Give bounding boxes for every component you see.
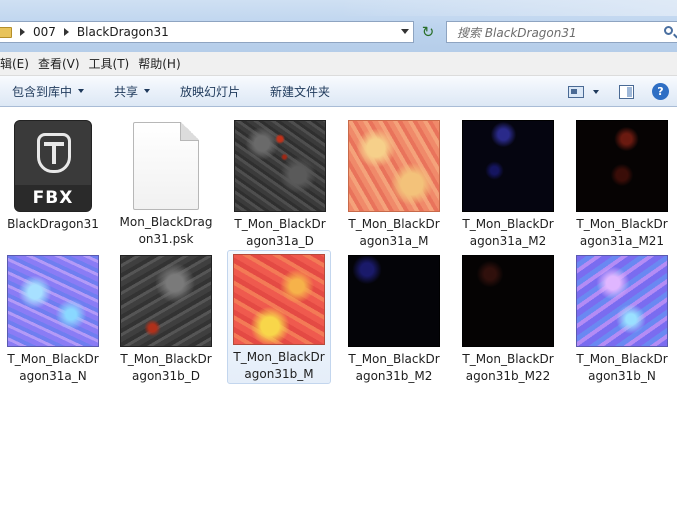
file-name-line: T_Mon_BlackDr xyxy=(233,350,325,364)
include-in-library-button[interactable]: 包含到库中 xyxy=(12,83,85,100)
file-name: BlackDragon31 xyxy=(3,216,103,233)
chevron-right-icon[interactable] xyxy=(63,28,69,36)
file-name: T_Mon_BlackDr agon31b_D xyxy=(116,351,216,385)
file-item[interactable]: T_Mon_BlackDr agon31b_N xyxy=(570,253,674,385)
texture-thumbnail xyxy=(7,255,99,347)
preview-pane-icon[interactable] xyxy=(619,84,634,99)
window-titlebar: 007 BlackDragon31 ↻ 搜索 BlackDragon31 xyxy=(0,0,677,52)
menu-edit[interactable]: 辑(E) xyxy=(0,55,33,72)
file-name-line: agon31a_D xyxy=(246,234,314,248)
file-name-line: T_Mon_BlackDr xyxy=(120,352,212,366)
file-name-line: agon31b_M2 xyxy=(355,369,433,383)
refresh-icon[interactable]: ↻ xyxy=(417,21,439,43)
file-name-line: T_Mon_BlackDr xyxy=(348,217,440,231)
file-name: T_Mon_BlackDr agon31a_M2 xyxy=(458,216,558,250)
dropdown-arrow-icon xyxy=(78,89,85,93)
file-name-line: agon31b_M xyxy=(244,367,314,381)
file-name-line: on31.psk xyxy=(138,232,194,246)
texture-thumbnail xyxy=(462,255,554,347)
file-name-line: agon31a_N xyxy=(19,369,87,383)
file-item[interactable]: FBX BlackDragon31 xyxy=(1,118,105,233)
file-name-line: T_Mon_BlackDr xyxy=(576,352,668,366)
file-name-line: agon31a_M21 xyxy=(579,234,665,248)
file-name-line: T_Mon_BlackDr xyxy=(348,352,440,366)
share-button[interactable]: 共享 xyxy=(114,83,151,100)
command-toolbar: 包含到库中 共享 放映幻灯片 新建文件夹 ? xyxy=(0,76,677,107)
file-name-line: T_Mon_BlackDr xyxy=(462,352,554,366)
search-input[interactable]: 搜索 BlackDragon31 xyxy=(446,21,677,43)
texture-thumbnail xyxy=(576,255,668,347)
file-name: T_Mon_BlackDr agon31a_D xyxy=(230,216,330,250)
file-item[interactable]: T_Mon_BlackDr agon31b_D xyxy=(114,253,218,385)
toolbar-right-group: ? xyxy=(568,76,677,107)
search-icon[interactable] xyxy=(664,26,673,35)
file-item[interactable]: T_Mon_BlackDr agon31b_M2 xyxy=(342,253,446,385)
file-name-line: BlackDragon31 xyxy=(7,217,99,231)
file-name: T_Mon_BlackDr agon31a_M xyxy=(344,216,444,250)
file-name-line: T_Mon_BlackDr xyxy=(234,217,326,231)
fbx-tag: FBX xyxy=(15,185,91,211)
address-bar[interactable]: 007 BlackDragon31 xyxy=(0,21,414,43)
new-folder-label: 新建文件夹 xyxy=(270,84,331,99)
slideshow-button[interactable]: 放映幻灯片 xyxy=(180,83,240,100)
file-name: T_Mon_BlackDr agon31b_M xyxy=(229,349,329,383)
fbx-file-icon: FBX xyxy=(14,120,92,212)
address-dropdown-icon[interactable] xyxy=(401,29,409,34)
blank-document-icon xyxy=(133,122,199,210)
file-item-selected[interactable]: T_Mon_BlackDr agon31b_M xyxy=(227,250,331,384)
file-item[interactable]: T_Mon_BlackDr agon31a_D xyxy=(228,118,332,250)
texture-thumbnail xyxy=(576,120,668,212)
search-placeholder: 搜索 BlackDragon31 xyxy=(457,25,577,40)
file-name-line: Mon_BlackDrag xyxy=(119,215,213,229)
file-item[interactable]: T_Mon_BlackDr agon31a_N xyxy=(1,253,105,385)
titlebar-glass xyxy=(340,0,677,16)
texture-thumbnail xyxy=(233,254,325,345)
file-name: T_Mon_BlackDr agon31a_M21 xyxy=(572,216,672,250)
file-name-line: agon31b_D xyxy=(131,369,201,383)
file-item[interactable]: Mon_BlackDrag on31.psk xyxy=(114,118,218,248)
file-name: Mon_BlackDrag on31.psk xyxy=(116,214,216,248)
include-in-library-label: 包含到库中 xyxy=(12,84,73,99)
file-name-line: T_Mon_BlackDr xyxy=(462,217,554,231)
texture-thumbnail xyxy=(234,120,326,212)
file-name-line: T_Mon_BlackDr xyxy=(7,352,99,366)
file-item[interactable]: T_Mon_BlackDr agon31a_M2 xyxy=(456,118,560,250)
fbx-logo-icon xyxy=(37,133,71,173)
texture-thumbnail xyxy=(120,255,212,347)
view-dropdown-icon[interactable] xyxy=(593,89,599,94)
menu-help[interactable]: 帮助(H) xyxy=(138,55,184,72)
folder-icon xyxy=(0,26,12,38)
chevron-right-icon[interactable] xyxy=(20,28,25,36)
change-view-icon[interactable] xyxy=(568,85,584,98)
file-name: T_Mon_BlackDr agon31a_N xyxy=(3,351,103,385)
file-name: T_Mon_BlackDr agon31b_M22 xyxy=(458,351,558,385)
new-folder-button[interactable]: 新建文件夹 xyxy=(270,83,330,100)
file-item[interactable]: T_Mon_BlackDr agon31b_M22 xyxy=(456,253,560,385)
file-name-line: agon31b_M22 xyxy=(465,369,551,383)
menu-tools[interactable]: 工具(T) xyxy=(89,55,134,72)
file-name-line: agon31b_N xyxy=(588,369,656,383)
file-name-line: agon31a_M2 xyxy=(469,234,547,248)
texture-thumbnail xyxy=(462,120,554,212)
dropdown-arrow-icon xyxy=(144,89,151,93)
menu-view[interactable]: 查看(V) xyxy=(38,55,84,72)
menu-bar: 辑(E) 查看(V) 工具(T) 帮助(H) xyxy=(0,52,677,76)
file-name: T_Mon_BlackDr agon31b_N xyxy=(572,351,672,385)
file-name-line: agon31a_M xyxy=(359,234,429,248)
share-label: 共享 xyxy=(114,84,139,99)
texture-thumbnail xyxy=(348,255,440,347)
file-name-line: T_Mon_BlackDr xyxy=(576,217,668,231)
breadcrumb-item-current[interactable]: BlackDragon31 xyxy=(77,25,169,39)
help-icon[interactable]: ? xyxy=(652,83,669,100)
texture-thumbnail xyxy=(348,120,440,212)
file-item[interactable]: T_Mon_BlackDr agon31a_M21 xyxy=(570,118,674,250)
breadcrumb-item-007[interactable]: 007 xyxy=(33,25,56,39)
file-name: T_Mon_BlackDr agon31b_M2 xyxy=(344,351,444,385)
file-list-area[interactable]: FBX BlackDragon31 Mon_BlackDrag on31.psk… xyxy=(0,108,677,522)
slideshow-label: 放映幻灯片 xyxy=(180,84,241,99)
file-item[interactable]: T_Mon_BlackDr agon31a_M xyxy=(342,118,446,250)
